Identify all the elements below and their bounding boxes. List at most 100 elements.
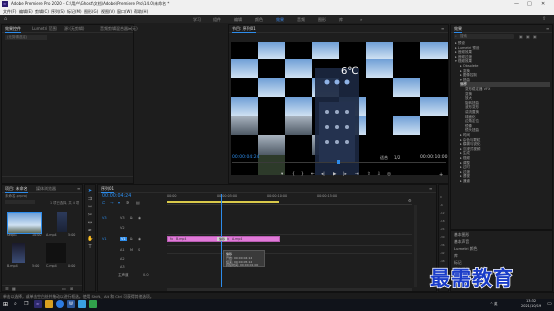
master-volume[interactable]: 0.0 — [143, 273, 149, 277]
workspace-color[interactable]: 颜色 — [255, 17, 263, 23]
icon-view-icon[interactable]: ▦ — [12, 286, 16, 291]
workspace-effects[interactable]: 效果 — [276, 17, 284, 23]
quality-dropdown[interactable]: 1/2 — [394, 155, 400, 160]
tab-project[interactable]: 项目: 未命名 — [5, 186, 28, 193]
wrench-icon[interactable]: ⚙ — [408, 198, 412, 203]
pen-tool-icon[interactable]: ✒ — [87, 228, 93, 234]
accelerated-filter-icon[interactable]: ▣ — [519, 34, 523, 39]
mute-icon[interactable]: M — [130, 248, 133, 252]
tab-audio-clip-mixer[interactable]: 音频剪辑混合器: (无) — [100, 26, 138, 32]
windows-start-icon[interactable]: ⊞ — [3, 301, 8, 308]
clip-thumbnail-seq[interactable] — [7, 212, 42, 234]
panel-essential-sound[interactable]: 基本声音 — [454, 239, 469, 245]
mark-in-icon[interactable]: { — [292, 172, 295, 177]
program-timecode[interactable]: 00:00:04:24 — [232, 155, 259, 160]
timeline-ruler[interactable]: 00:00 00:00:05:00 00:00:10:00 00:00:15:0… — [167, 194, 412, 205]
toggle-sync-lock-icon[interactable]: ⧉ — [130, 216, 133, 220]
workspace-audio[interactable]: 音频 — [297, 17, 305, 23]
tab-media-browser[interactable]: 媒体浏览器 — [36, 186, 56, 192]
step-back-icon[interactable]: ◂| — [321, 172, 325, 177]
lift-icon[interactable]: ⇧ — [367, 172, 371, 177]
effects-panel-title[interactable]: 效果 — [454, 26, 462, 33]
hand-tool-icon[interactable]: ✋ — [87, 236, 93, 242]
workspace-editing[interactable]: 编辑 — [234, 17, 242, 23]
extract-icon[interactable]: ⇩ — [377, 172, 381, 177]
tab-sequence[interactable]: 序列01 — [101, 186, 115, 193]
effects-item-channel[interactable]: ▸ 通道 — [460, 179, 470, 184]
panel-lumetri-color[interactable]: Lumetri 颜色 — [454, 246, 477, 252]
search-icon[interactable]: ⌕ — [14, 301, 17, 307]
maximize-button[interactable]: □ — [527, 1, 532, 7]
program-monitor-title[interactable]: 节目: 序列01 — [232, 26, 256, 33]
panel-menu-icon[interactable]: ≡ — [77, 186, 80, 191]
task-view-icon[interactable]: ❐ — [24, 301, 28, 307]
export-frame-icon[interactable]: ◎ — [387, 172, 391, 177]
workspace-libraries[interactable]: 库 — [339, 17, 343, 23]
step-forward-icon[interactable]: |▸ — [343, 172, 347, 177]
timeline-timecode[interactable]: 00:00:04:24 — [102, 194, 131, 199]
workspace-more[interactable]: » — [360, 17, 362, 22]
wechat-icon[interactable] — [89, 300, 97, 308]
toggle-output-icon[interactable]: ◉ — [138, 237, 141, 241]
go-to-out-icon[interactable]: ⇥ — [355, 172, 359, 177]
minimize-button[interactable]: — — [514, 1, 519, 7]
list-view-icon[interactable]: ☰ — [5, 286, 9, 291]
panel-menu-icon[interactable]: ≡ — [429, 186, 432, 191]
play-icon[interactable]: ▶ — [333, 172, 336, 177]
effects-search-input[interactable]: ⌕ 搜索 — [454, 34, 514, 39]
mark-out-icon[interactable]: } — [301, 172, 304, 177]
file-explorer-icon[interactable] — [45, 300, 53, 308]
clip-thumbnail-b[interactable] — [12, 243, 25, 263]
work-area-bar[interactable] — [167, 201, 279, 203]
solo-icon[interactable]: S — [138, 248, 140, 252]
workspace-learn[interactable]: 学习 — [193, 17, 201, 23]
share-icon[interactable]: ⇪ — [542, 16, 546, 22]
timeline-vertical-scrollbar[interactable] — [414, 205, 417, 287]
timeline-clip[interactable]: fx A.mp4 — [223, 236, 280, 242]
go-to-in-icon[interactable]: ⇤ — [311, 172, 315, 177]
video-frame[interactable]: 6℃ — [231, 42, 448, 175]
program-playhead[interactable] — [337, 160, 340, 164]
selection-tool-icon[interactable]: ➤ — [87, 188, 93, 194]
fit-dropdown[interactable]: 适合 — [380, 155, 388, 161]
track-label-v1[interactable]: V1 — [120, 237, 127, 241]
tray-icons[interactable]: ^ 英 — [490, 302, 498, 307]
ripple-edit-tool-icon[interactable]: ⇿ — [87, 204, 93, 210]
32bit-filter-icon[interactable]: ▣ — [526, 34, 530, 39]
clip-thumbnail-c[interactable] — [46, 243, 66, 263]
new-bin-icon[interactable]: ▭ — [62, 286, 66, 291]
tab-source[interactable]: 源:(无剪辑) — [64, 26, 84, 32]
panel-libraries[interactable]: 库 — [454, 253, 458, 259]
workspace-graphics[interactable]: 图形 — [318, 17, 326, 23]
tab-effect-controls[interactable]: 效果控件 — [5, 26, 21, 33]
slip-tool-icon[interactable]: ↔ — [87, 220, 93, 226]
yuv-filter-icon[interactable]: ▣ — [533, 34, 537, 39]
track-select-tool-icon[interactable]: ⇉ — [87, 196, 93, 202]
word-icon[interactable]: W — [67, 300, 75, 308]
type-tool-icon[interactable]: T — [87, 244, 93, 250]
toggle-output-icon[interactable]: ◉ — [138, 216, 141, 220]
panel-menu-icon[interactable]: ≡ — [441, 26, 444, 31]
panel-menu-icon[interactable]: ≡ — [128, 26, 131, 31]
close-button[interactable]: ✕ — [541, 1, 545, 7]
button-editor-icon[interactable]: + — [439, 172, 443, 178]
tab-lumetri-scopes[interactable]: Lumetri 范围 — [32, 26, 57, 32]
home-icon[interactable]: ⌂ — [4, 16, 7, 22]
track-source-v1[interactable]: V1 — [102, 237, 107, 241]
razor-tool-icon[interactable]: ✂ — [87, 212, 93, 218]
timeline-zoom-scrollbar[interactable] — [167, 288, 412, 291]
track-source-v[interactable]: V3 — [102, 216, 107, 220]
clip-thumbnail-phone[interactable] — [57, 212, 67, 232]
timeline-clip[interactable]: fx B.mp4 — [167, 236, 223, 242]
panel-menu-icon[interactable]: ≡ — [546, 26, 549, 31]
notification-icon[interactable]: ▭ — [547, 301, 552, 307]
premiere-taskbar-icon[interactable]: Pr — [34, 300, 42, 308]
browser-icon[interactable] — [56, 300, 64, 308]
workspace-assembly[interactable]: 组件 — [213, 17, 221, 23]
track-area[interactable]: fx B.mp4 fx A.mp4 偏移 偏移 开始: 00:00:04:12 … — [167, 194, 412, 287]
panel-essential-graphics[interactable]: 基本图形 — [454, 232, 469, 238]
new-item-icon[interactable]: ⊞ — [70, 286, 73, 291]
add-marker-icon[interactable]: ▾ — [281, 172, 283, 177]
project-search-input[interactable] — [5, 200, 35, 204]
app-icon[interactable] — [78, 300, 86, 308]
